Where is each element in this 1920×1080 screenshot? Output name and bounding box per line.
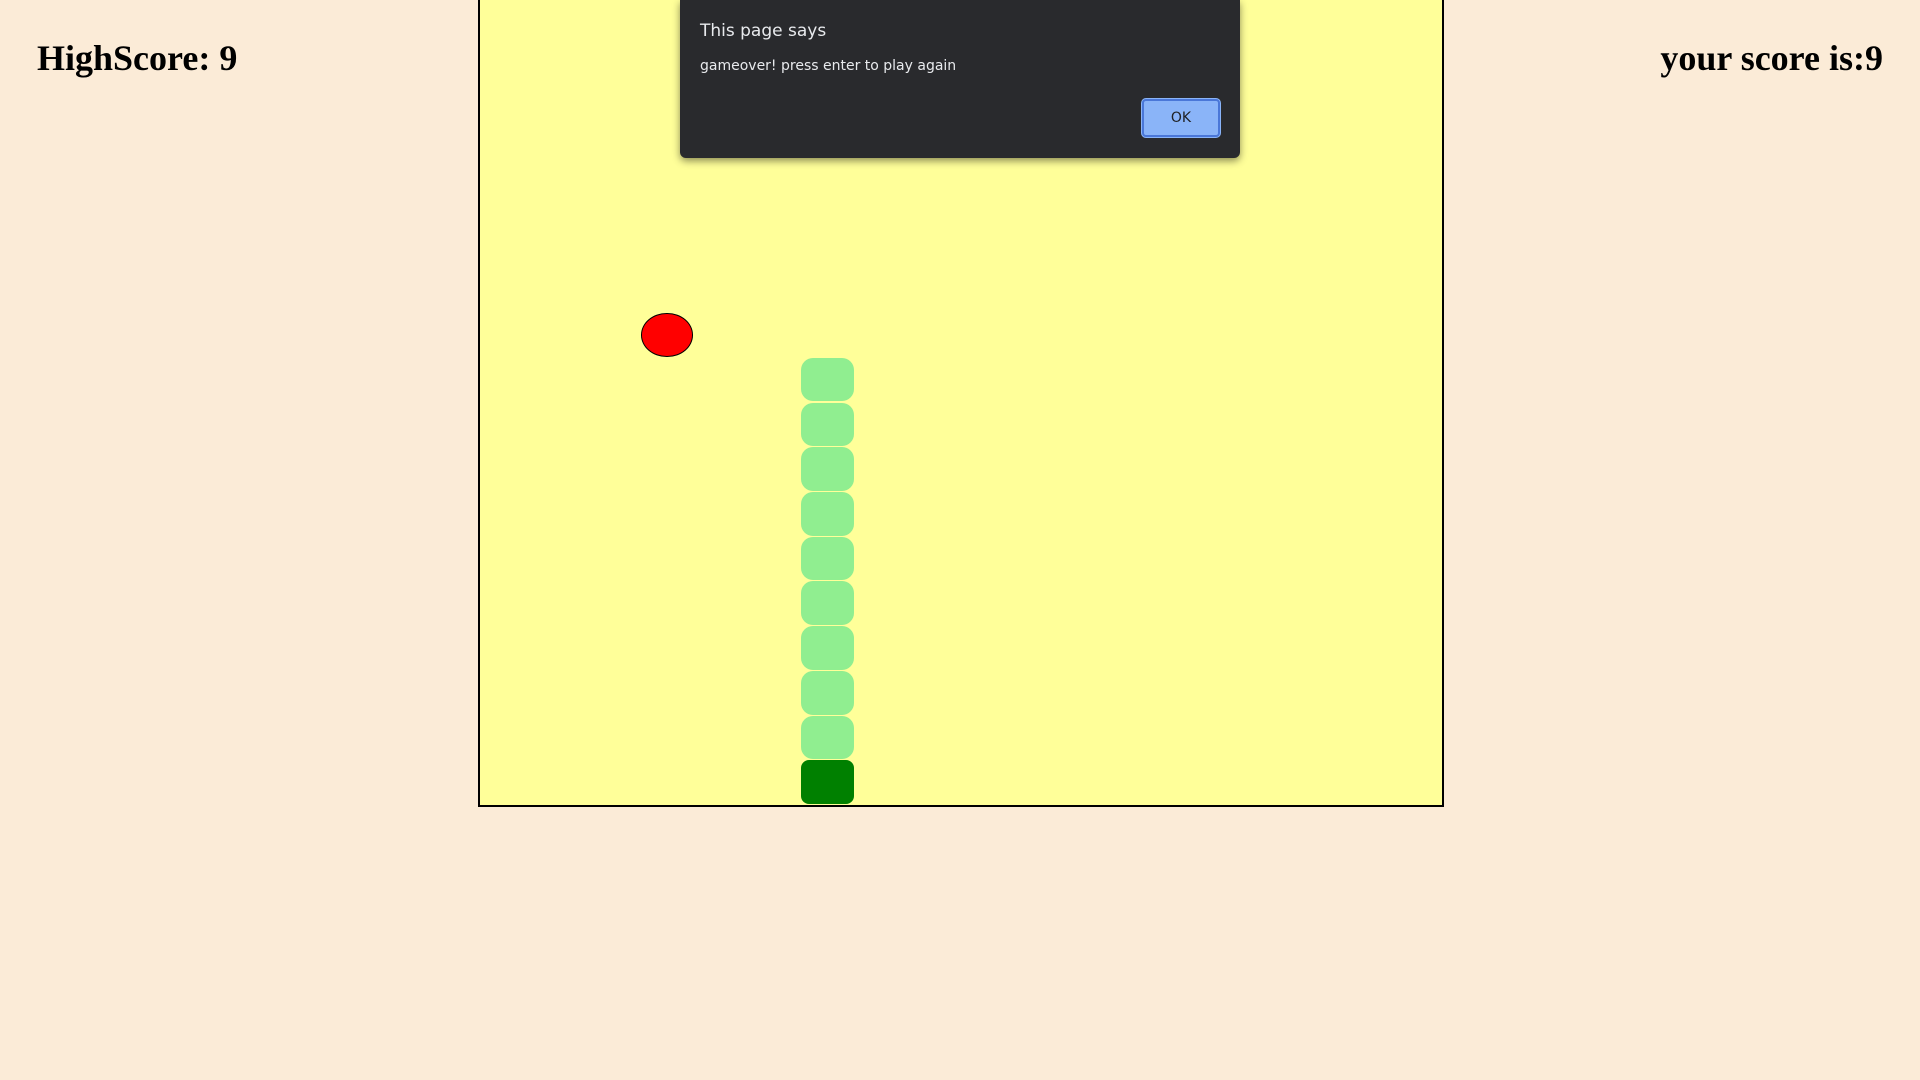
snake-body-segment <box>800 357 855 402</box>
snake-body-segment <box>800 402 855 447</box>
snake-body-segment <box>800 536 855 581</box>
alert-dialog: This page says gameover! press enter to … <box>680 0 1240 158</box>
ok-button[interactable]: OK <box>1142 99 1220 137</box>
current-score: your score is:9 <box>1660 38 1883 78</box>
snake-body-segment <box>800 491 855 536</box>
snake-body-segment <box>800 581 855 626</box>
game-page: HighScore: 9 your score is:9 This page s… <box>0 0 1920 1080</box>
snake-body-segment <box>800 447 855 491</box>
snake-body-segment <box>800 670 855 715</box>
high-score: HighScore: 9 <box>37 38 238 78</box>
snake-body-segment <box>800 715 855 760</box>
food-apple <box>641 313 693 357</box>
snake-head <box>800 760 855 804</box>
snake-body-segment <box>800 626 855 670</box>
dialog-title: This page says <box>700 21 827 41</box>
dialog-message: gameover! press enter to play again <box>700 58 957 74</box>
